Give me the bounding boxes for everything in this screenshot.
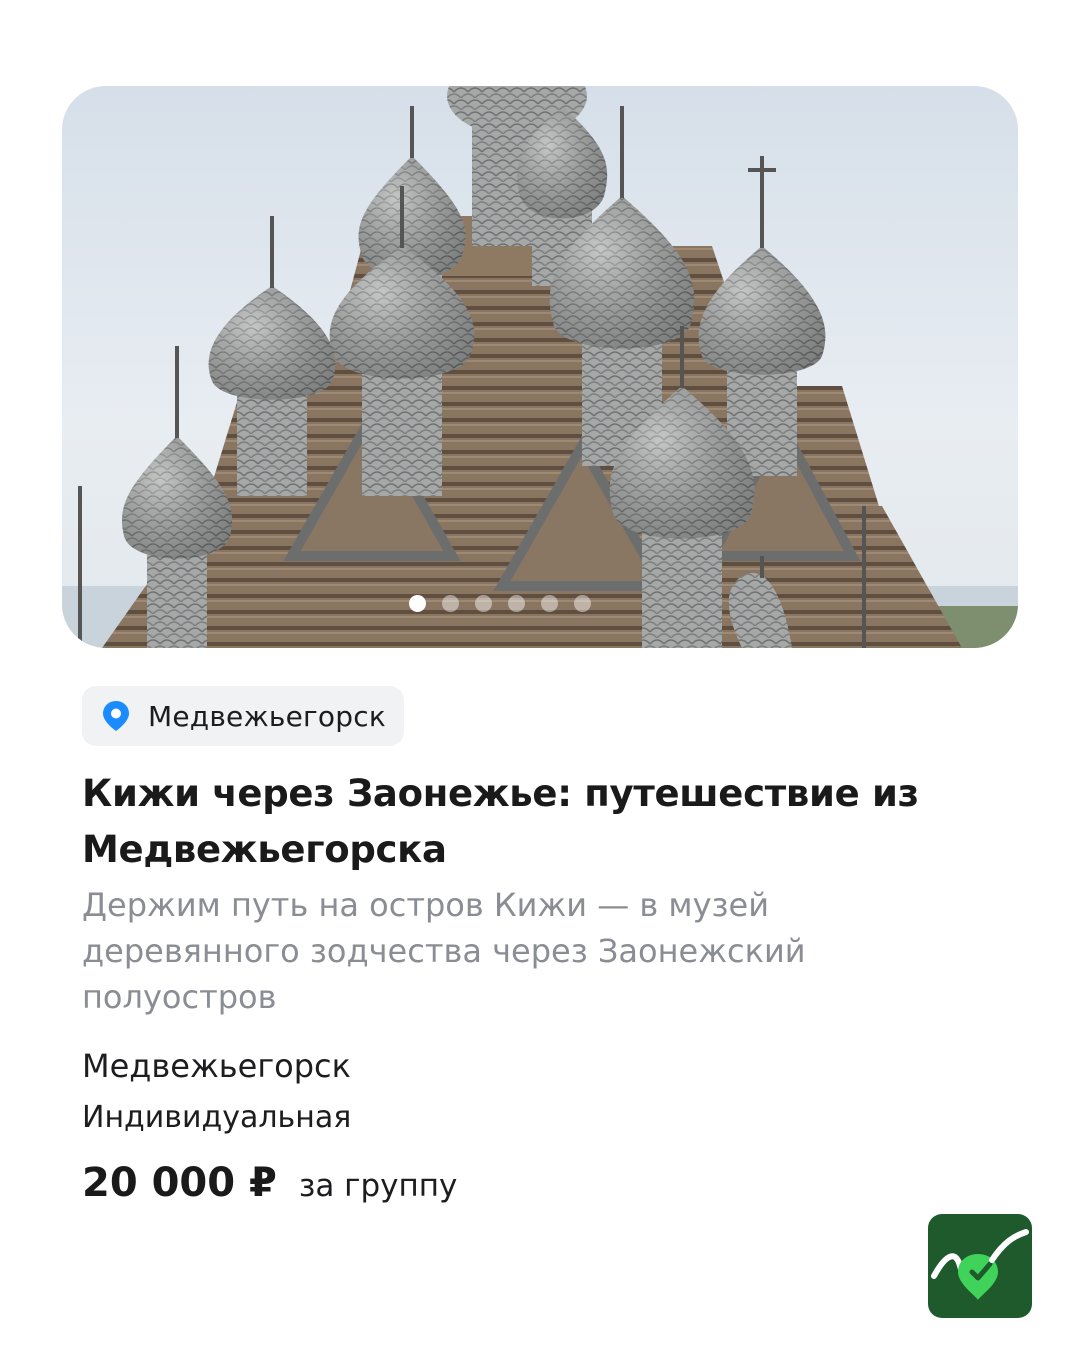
price-unit: за группу	[298, 1168, 458, 1204]
excursion-type: Индивидуальная	[82, 1100, 352, 1135]
app-logo-icon	[928, 1214, 1032, 1318]
location-chip[interactable]: Медвежьегорск	[82, 686, 404, 746]
heart-outline-icon	[926, 122, 1018, 648]
favorite-button[interactable]	[926, 122, 988, 178]
excursion-photo[interactable]	[62, 86, 1018, 648]
carousel-dot[interactable]	[442, 595, 459, 612]
location-chip-label: Медвежьегорск	[148, 699, 386, 733]
excursion-description: Держим путь на остров Кижи — в музей дер…	[82, 886, 806, 1016]
map-pin-icon	[103, 701, 129, 731]
carousel-dot[interactable]	[508, 595, 525, 612]
carousel-dot[interactable]	[475, 595, 492, 612]
carousel-indicator	[62, 595, 1018, 612]
price-row: 20 000 ₽ за группу	[82, 1160, 457, 1206]
excursion-title[interactable]: Кижи через Заонежье: путешествие из Медв…	[82, 766, 982, 878]
price-value: 20 000 ₽	[82, 1160, 277, 1206]
excursion-city: Медвежьегорск	[82, 1047, 351, 1085]
church-photo-illustration	[62, 86, 1018, 648]
carousel-dot[interactable]	[574, 595, 591, 612]
excursion-card[interactable]: Медвежьегорск Кижи через Заонежье: путеш…	[0, 0, 1080, 1350]
carousel-dot[interactable]	[541, 595, 558, 612]
carousel-dot-active[interactable]	[409, 595, 426, 612]
